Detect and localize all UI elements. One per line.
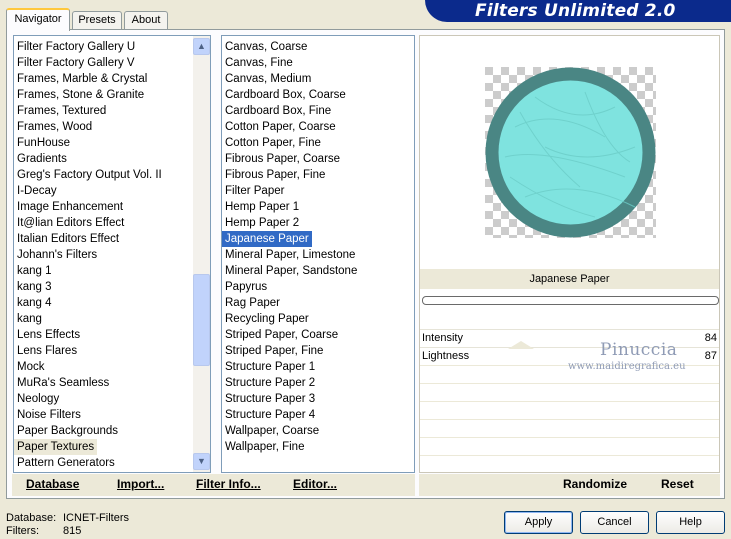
import-button[interactable]: Import... — [117, 477, 164, 491]
scroll-down-icon[interactable]: ▼ — [193, 453, 210, 470]
apply-button[interactable]: Apply — [504, 511, 573, 534]
filter-list-item[interactable]: Structure Paper 4 — [222, 407, 318, 423]
filter-list-item[interactable]: Cotton Paper, Fine — [222, 135, 324, 151]
app-title: Filters Unlimited 2.0 — [475, 1, 676, 21]
category-list-item[interactable]: Gradients — [14, 151, 70, 167]
database-button[interactable]: Database — [26, 477, 79, 491]
category-list-item[interactable]: Paper Textures — [14, 439, 98, 455]
database-value: ICNET-Filters — [63, 512, 129, 524]
watermark-name: Pinuccia — [600, 340, 678, 360]
category-list-item[interactable]: Italian Editors Effect — [14, 231, 122, 247]
filter-list-item[interactable]: Hemp Paper 2 — [222, 215, 302, 231]
category-list-item[interactable]: Filter Factory Gallery V — [14, 55, 138, 71]
filters-count: 815 — [63, 525, 82, 537]
category-list-item[interactable]: Lens Flares — [14, 343, 80, 359]
intensity-label: Intensity — [422, 332, 463, 344]
filter-list-item[interactable]: Cardboard Box, Coarse — [222, 87, 349, 103]
filter-list-item[interactable]: Canvas, Medium — [222, 71, 314, 87]
filter-list-item[interactable]: Striped Paper, Coarse — [222, 327, 341, 343]
filter-list-item[interactable]: Hemp Paper 1 — [222, 199, 302, 215]
category-list-item[interactable]: Johann's Filters — [14, 247, 100, 263]
filters-label: Filters: — [6, 525, 39, 537]
help-button[interactable]: Help — [656, 511, 725, 534]
empty-control-row — [420, 455, 719, 472]
preview-area: Japanese Paper Intensity 84 Lightness 87… — [419, 35, 720, 473]
category-list-item[interactable]: kang 4 — [14, 295, 55, 311]
empty-control-row — [420, 383, 719, 400]
filter-list[interactable]: Canvas, Coarse Canvas, Fine Canvas, Medium… — [221, 35, 415, 473]
filter-list-item[interactable]: Wallpaper, Fine — [222, 439, 307, 455]
randomize-button[interactable]: Randomize — [563, 477, 627, 491]
filter-list-item[interactable]: Recycling Paper — [222, 311, 312, 327]
filter-list-item[interactable]: Structure Paper 2 — [222, 375, 318, 391]
category-list-item[interactable]: Noise Filters — [14, 407, 84, 423]
empty-control-row — [420, 401, 719, 418]
preview-image — [485, 67, 656, 238]
category-list-item[interactable]: Filter Factory Gallery U — [14, 39, 138, 55]
watermark-url: www.maidiregrafica.eu — [568, 361, 686, 372]
tab-presets[interactable]: Presets — [72, 11, 122, 30]
category-list[interactable]: Filter Factory Gallery U Filter Factory G… — [13, 35, 211, 473]
filter-list-item[interactable]: Papyrus — [222, 279, 270, 295]
intensity-value: 84 — [704, 332, 717, 344]
filter-list-item[interactable]: Structure Paper 1 — [222, 359, 318, 375]
filter-list-item[interactable]: Striped Paper, Fine — [222, 343, 326, 359]
filter-list-item[interactable]: Cotton Paper, Coarse — [222, 119, 339, 135]
category-list-item[interactable]: Frames, Stone & Granite — [14, 87, 147, 103]
filter-name-label: Japanese Paper — [420, 269, 719, 289]
editor-button[interactable]: Editor... — [293, 477, 337, 491]
preview-actions: Randomize Reset — [419, 474, 720, 496]
empty-control-row — [420, 437, 719, 454]
category-list-item[interactable]: kang 1 — [14, 263, 55, 279]
category-list-item[interactable]: Frames, Marble & Crystal — [14, 71, 150, 87]
lightness-label: Lightness — [422, 350, 470, 362]
list-actions: Database Import... Filter Info... Editor… — [12, 474, 415, 496]
category-list-item[interactable]: Mock — [14, 359, 47, 375]
category-scrollbar[interactable]: ▲ ▼ — [193, 36, 210, 472]
filter-list-item[interactable]: Mineral Paper, Sandstone — [222, 263, 360, 279]
filter-list-item[interactable]: Fibrous Paper, Fine — [222, 167, 328, 183]
reset-button[interactable]: Reset — [661, 477, 694, 491]
scroll-thumb[interactable] — [193, 274, 210, 366]
cancel-button[interactable]: Cancel — [580, 511, 649, 534]
tab-about[interactable]: About — [124, 11, 168, 30]
database-label: Database: — [6, 512, 57, 524]
filters-count-info: Filters: 815 — [6, 525, 81, 537]
slider-thumb-icon[interactable] — [508, 341, 534, 349]
category-list-item[interactable]: It@lian Editors Effect — [14, 215, 127, 231]
filter-list-item[interactable]: Wallpaper, Coarse — [222, 423, 322, 439]
navigator-panel: Filter Factory Gallery U Filter Factory G… — [6, 29, 725, 499]
category-list-item[interactable]: kang 3 — [14, 279, 55, 295]
category-list-item[interactable]: Pattern Generators — [14, 455, 118, 471]
category-list-item[interactable]: Neology — [14, 391, 62, 407]
empty-control-row — [420, 419, 719, 436]
scroll-up-icon[interactable]: ▲ — [193, 38, 210, 55]
category-list-item[interactable]: kang — [14, 311, 45, 327]
filter-list-item[interactable]: Rag Paper — [222, 295, 283, 311]
filter-list-item[interactable]: Canvas, Coarse — [222, 39, 310, 55]
filter-list-item[interactable]: Filter Paper — [222, 183, 287, 199]
filter-list-item[interactable]: Cardboard Box, Fine — [222, 103, 334, 119]
filter-list-item[interactable]: Mineral Paper, Limestone — [222, 247, 358, 263]
tab-navigator[interactable]: Navigator — [6, 8, 70, 31]
filter-info-button[interactable]: Filter Info... — [196, 477, 261, 491]
progress-bar — [422, 296, 719, 305]
category-list-item[interactable]: I-Decay — [14, 183, 60, 199]
category-list-item[interactable]: FunHouse — [14, 135, 73, 151]
filter-list-item[interactable]: Canvas, Fine — [222, 55, 296, 71]
category-list-item[interactable]: Frames, Textured — [14, 103, 109, 119]
category-list-item[interactable]: MuRa's Seamless — [14, 375, 112, 391]
category-list-item[interactable]: Paper Backgrounds — [14, 423, 121, 439]
category-list-item[interactable]: Frames, Wood — [14, 119, 95, 135]
category-list-item[interactable]: Greg's Factory Output Vol. II — [14, 167, 165, 183]
filter-list-item[interactable]: Structure Paper 3 — [222, 391, 318, 407]
category-list-item[interactable]: Lens Effects — [14, 327, 83, 343]
database-info: Database: ICNET-Filters — [6, 512, 129, 524]
filter-list-item[interactable]: Japanese Paper — [222, 231, 312, 247]
lightness-value: 87 — [704, 350, 717, 362]
category-list-item[interactable]: Image Enhancement — [14, 199, 126, 215]
filter-list-item[interactable]: Fibrous Paper, Coarse — [222, 151, 343, 167]
